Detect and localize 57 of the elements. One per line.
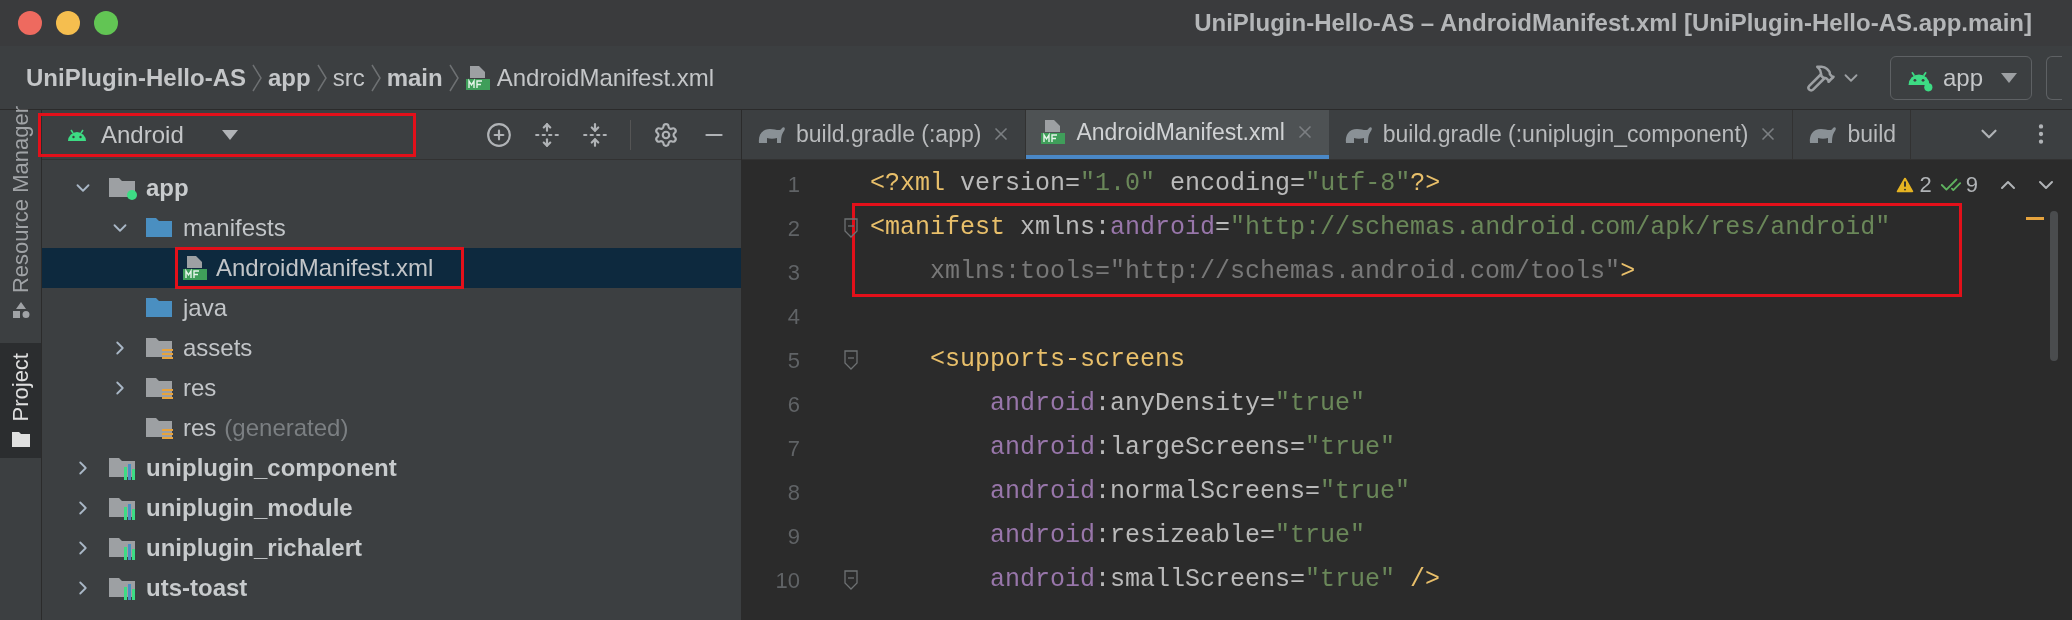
tree-item-label: assets — [183, 333, 253, 363]
line-number: 2 — [786, 214, 800, 243]
line-number: 1 — [786, 170, 800, 199]
breadcrumb[interactable]: UniPlugin-Hello-AS — [26, 59, 246, 96]
tree-item-label: java — [183, 293, 228, 323]
code-line: xmlns:tools="http://schemas.android.com/tools"> — [929, 256, 1636, 289]
breadcrumb[interactable]: src — [332, 59, 365, 96]
side-tool-tab[interactable]: Project — [0, 343, 41, 458]
tree-item[interactable]: assets — [42, 328, 741, 368]
breadcrumb[interactable]: app — [268, 59, 311, 96]
tree-item[interactable]: app — [42, 168, 741, 208]
side-tool-tab[interactable]: Resource Manager — [0, 96, 41, 330]
tree-item[interactable]: uniplugin_component — [42, 448, 741, 488]
typos-indicator[interactable]: 9 — [1939, 168, 1978, 201]
tree-item-note: (generated) — [224, 413, 349, 443]
tree-item-label: uniplugin_richalert — [146, 533, 363, 563]
tree-item-label: res — [183, 413, 217, 443]
code-line: android:resizeable="true" — [989, 520, 1366, 553]
tree-item[interactable]: java — [42, 288, 741, 328]
line-number: 5 — [786, 346, 800, 375]
tree-item-label: app — [146, 173, 189, 203]
line-number: 3 — [786, 258, 800, 287]
code-line: <manifest xmlns:android="http://schemas.android.com/apk/res/android" — [869, 212, 1891, 245]
project-view-dropdown[interactable]: Android — [38, 112, 416, 157]
tree-item-label: res — [183, 373, 217, 403]
run-configuration-dropdown[interactable]: app — [1889, 55, 2032, 100]
tree-item[interactable]: res (generated) — [42, 408, 741, 448]
line-number: 9 — [786, 522, 800, 551]
code-line: android:anyDensity="true" — [989, 388, 1366, 421]
tree-item-label: AndroidManifest.xml — [216, 253, 434, 283]
breadcrumb[interactable]: main — [386, 59, 443, 96]
line-number: 6 — [786, 390, 800, 419]
tree-item-label: manifests — [183, 213, 286, 243]
code-line: <supports-screens — [929, 344, 1186, 377]
code-line: android:largeScreens="true" — [989, 432, 1396, 465]
tree-item-label: uniplugin_module — [146, 493, 353, 523]
tree-item[interactable]: AndroidManifest.xml — [42, 248, 741, 288]
code-line: android:smallScreens="true" /> — [989, 564, 1441, 597]
window-title: UniPlugin-Hello-AS – AndroidManifest.xml [UniPlugin-Hello-AS.app.main] — [1194, 8, 2032, 38]
tree-item[interactable]: uts-toast — [42, 568, 741, 608]
editor-tab[interactable]: build.gradle (:uniplugin_component) — [1328, 110, 1794, 159]
line-number: 8 — [786, 478, 800, 507]
tree-item[interactable]: uniplugin_module — [42, 488, 741, 528]
code-line: <?xml version="1.0" encoding="utf-8"?> — [869, 168, 1441, 201]
editor-tab[interactable]: AndroidManifest.xml — [1026, 110, 1329, 159]
tree-item[interactable]: res — [42, 368, 741, 408]
warnings-indicator[interactable]: 2 — [1893, 168, 1932, 201]
tree-item[interactable]: uniplugin_richalert — [42, 528, 741, 568]
line-number: 4 — [786, 302, 800, 331]
line-number: 10 — [774, 566, 800, 595]
tree-item[interactable]: manifests — [42, 208, 741, 248]
tree-item-label: uts-toast — [146, 573, 248, 603]
line-number: 7 — [786, 434, 800, 463]
editor-tab[interactable]: build — [1793, 110, 1912, 159]
breadcrumb[interactable]: AndroidManifest.xml — [464, 59, 715, 96]
code-line: android:normalScreens="true" — [989, 476, 1411, 509]
tree-item-label: uniplugin_component — [146, 453, 397, 483]
